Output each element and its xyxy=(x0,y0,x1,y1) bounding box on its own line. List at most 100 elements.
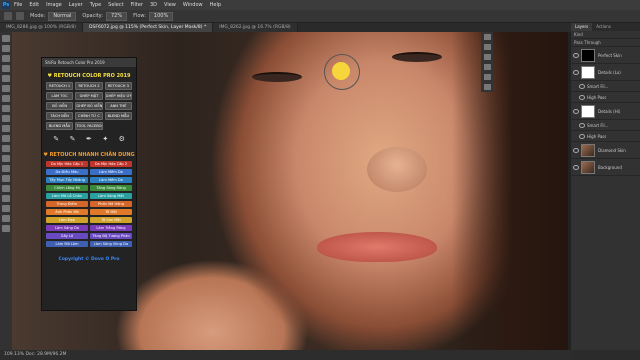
menu-item-image[interactable]: Image xyxy=(46,2,62,8)
retouch-portrait-button[interactable]: Tăng Độ Tương Phản xyxy=(90,233,132,239)
retouch-color-button[interactable]: BLEND MẪU xyxy=(104,112,132,120)
layer-filter-kind[interactable]: Kind xyxy=(571,31,640,39)
eyedropper-tool-icon[interactable] xyxy=(2,85,10,92)
type-tool-icon[interactable] xyxy=(2,185,10,192)
layer-row[interactable]: Perfect Skin xyxy=(571,47,640,64)
marquee-tool-icon[interactable] xyxy=(2,45,10,52)
retouch-portrait-button[interactable]: Da Mịn Hóa Cấp 1 xyxy=(46,161,88,167)
visibility-eye-icon[interactable] xyxy=(573,164,579,170)
retouch-portrait-button[interactable]: Ánh Phản Má xyxy=(46,209,88,215)
menu-item-file[interactable]: File xyxy=(14,2,22,8)
zoom-tool-icon[interactable] xyxy=(2,225,10,232)
blur-tool-icon[interactable] xyxy=(2,155,10,162)
retouch-color-button[interactable]: GHÉP MẶT xyxy=(75,92,103,100)
retouch-color-button[interactable]: RETOUCH 3 xyxy=(104,82,132,90)
wand-icon[interactable]: ✦ xyxy=(101,135,109,143)
eraser-tool-icon[interactable] xyxy=(2,135,10,142)
layer-row[interactable]: Smart Fil... xyxy=(571,81,640,92)
lasso-tool-icon[interactable] xyxy=(2,55,10,62)
layer-row[interactable]: Smart Fil... xyxy=(571,120,640,131)
retouch-portrait-button[interactable]: Làm Mềm Da xyxy=(90,169,132,175)
clone-stamp-tool-icon[interactable] xyxy=(2,115,10,122)
settings-icon[interactable]: ⚙ xyxy=(118,135,126,143)
retouch-portrait-button[interactable]: Làm Sáng Vùng Da xyxy=(90,241,132,247)
document-tab-active[interactable]: DSF6072.jpg @ 115% (Perfect Skin, Layer … xyxy=(83,23,214,32)
retouch-portrait-button[interactable]: Tô Môi xyxy=(90,209,132,215)
document-tab[interactable]: IMG_8262.jpg @ 16.7% (RGB/8) xyxy=(213,23,298,32)
history-brush-tool-icon[interactable] xyxy=(2,125,10,132)
retouch-color-button[interactable]: RETOUCH 1 xyxy=(46,82,74,90)
layer-blend-mode[interactable]: Pass Through xyxy=(571,39,640,47)
brush-preset-icon[interactable] xyxy=(16,12,24,20)
retouch-portrait-button[interactable]: Da Mịn Hóa Cấp 2 xyxy=(90,161,132,167)
tab-layers[interactable]: Layers xyxy=(571,23,593,31)
retouch-portrait-button[interactable]: Tăng Sáng Răng xyxy=(90,185,132,191)
healing-tool-icon[interactable] xyxy=(2,95,10,102)
document-tab[interactable]: IMG_8286.jpg @ 100% (RGB/8) xyxy=(0,23,84,32)
layer-row[interactable]: Diamond Skin xyxy=(571,142,640,159)
brush-icon[interactable]: ✎ xyxy=(69,135,77,143)
retouch-color-button[interactable]: ANH THẺ xyxy=(104,102,132,110)
retouch-portrait-button[interactable]: Làm Mềm Da xyxy=(90,177,132,183)
retouch-portrait-button[interactable]: Làm Sáng Mắt xyxy=(90,193,132,199)
retouch-portrait-button[interactable]: Trang Điểm xyxy=(46,201,88,207)
retouch-color-button[interactable]: TÁCH NỀN xyxy=(46,112,74,120)
menu-item-help[interactable]: Help xyxy=(210,2,221,8)
retouch-portrait-button[interactable]: Da Điều Màu xyxy=(46,169,88,175)
retouch-portrait-button[interactable]: Phấn Má Hồng xyxy=(90,201,132,207)
visibility-eye-icon[interactable] xyxy=(573,52,579,58)
menu-item-select[interactable]: Select xyxy=(108,2,123,8)
layer-row[interactable]: Details (Lo) xyxy=(571,64,640,81)
retouch-color-button[interactable]: BỎ VIỀN xyxy=(46,102,74,110)
retouch-color-button[interactable]: RETOUCH 2 xyxy=(75,82,103,90)
quick-select-tool-icon[interactable] xyxy=(2,65,10,72)
visibility-eye-icon[interactable] xyxy=(579,133,585,139)
brush-panel-icon[interactable] xyxy=(483,64,491,70)
mode-select[interactable]: Normal xyxy=(48,11,77,21)
brush-icon[interactable]: ✎ xyxy=(52,135,60,143)
visibility-eye-icon[interactable] xyxy=(573,147,579,153)
move-tool-icon[interactable] xyxy=(2,35,10,42)
clone-source-panel-icon[interactable] xyxy=(483,74,491,80)
gradient-tool-icon[interactable] xyxy=(2,145,10,152)
menu-item-layer[interactable]: Layer xyxy=(69,2,83,8)
retouch-portrait-button[interactable]: Làm Trắng Răng xyxy=(90,225,132,231)
menu-item-window[interactable]: Window xyxy=(183,2,203,8)
tab-actions[interactable]: Actions xyxy=(592,23,615,31)
pen-tool-icon[interactable] xyxy=(2,175,10,182)
path-select-tool-icon[interactable] xyxy=(2,195,10,202)
properties-panel-icon[interactable] xyxy=(483,44,491,50)
visibility-eye-icon[interactable] xyxy=(579,83,585,89)
brush-tool-icon[interactable] xyxy=(2,105,10,112)
layer-row[interactable]: High Pass xyxy=(571,131,640,142)
retouch-portrait-button[interactable]: Làm Sáng Da xyxy=(46,225,88,231)
brush-tool-icon[interactable] xyxy=(4,12,12,20)
visibility-eye-icon[interactable] xyxy=(579,94,585,100)
retouch-portrait-button[interactable]: Tô Son Môi xyxy=(90,217,132,223)
menu-item-3d[interactable]: 3D xyxy=(150,2,157,8)
retouch-color-button[interactable]: CHỈNH TỪ C xyxy=(75,112,103,120)
layer-row[interactable]: Background xyxy=(571,159,640,176)
retouch-portrait-button[interactable]: Gầy Lõ xyxy=(46,233,88,239)
adjustments-panel-icon[interactable] xyxy=(483,54,491,60)
visibility-eye-icon[interactable] xyxy=(579,122,585,128)
visibility-eye-icon[interactable] xyxy=(573,108,579,114)
retouch-portrait-button[interactable]: Tẩy Mụn Tẩy Nhăng xyxy=(46,177,88,183)
retouch-portrait-button[interactable]: Làm Mờ Lõm xyxy=(46,241,88,247)
history-panel-icon[interactable] xyxy=(483,34,491,40)
retouch-color-button[interactable]: LÀM TÓC xyxy=(46,92,74,100)
dodge-tool-icon[interactable] xyxy=(2,165,10,172)
retouch-portrait-button[interactable]: Làm Đẹp xyxy=(46,217,88,223)
retouch-color-button[interactable]: TOOL FACEBOOK/WEB xyxy=(75,122,103,130)
retouch-portrait-button[interactable]: Làm Mờ Lỗ Chân xyxy=(46,193,88,199)
layer-row[interactable]: High Pass xyxy=(571,92,640,103)
retouch-color-button[interactable]: BLEND MẪU xyxy=(46,122,74,130)
pen-icon[interactable]: ✒ xyxy=(85,135,93,143)
shape-tool-icon[interactable] xyxy=(2,205,10,212)
layer-row[interactable]: Details (Hi) xyxy=(571,103,640,120)
retouch-color-button[interactable]: GHÉP BỐ VIỀN xyxy=(75,102,103,110)
color-panel-icon[interactable] xyxy=(483,84,491,90)
flow-field[interactable]: 100% xyxy=(148,11,174,21)
retouch-portrait-button[interactable]: Chỉnh Lông Mi xyxy=(46,185,88,191)
menu-item-edit[interactable]: Edit xyxy=(29,2,39,8)
